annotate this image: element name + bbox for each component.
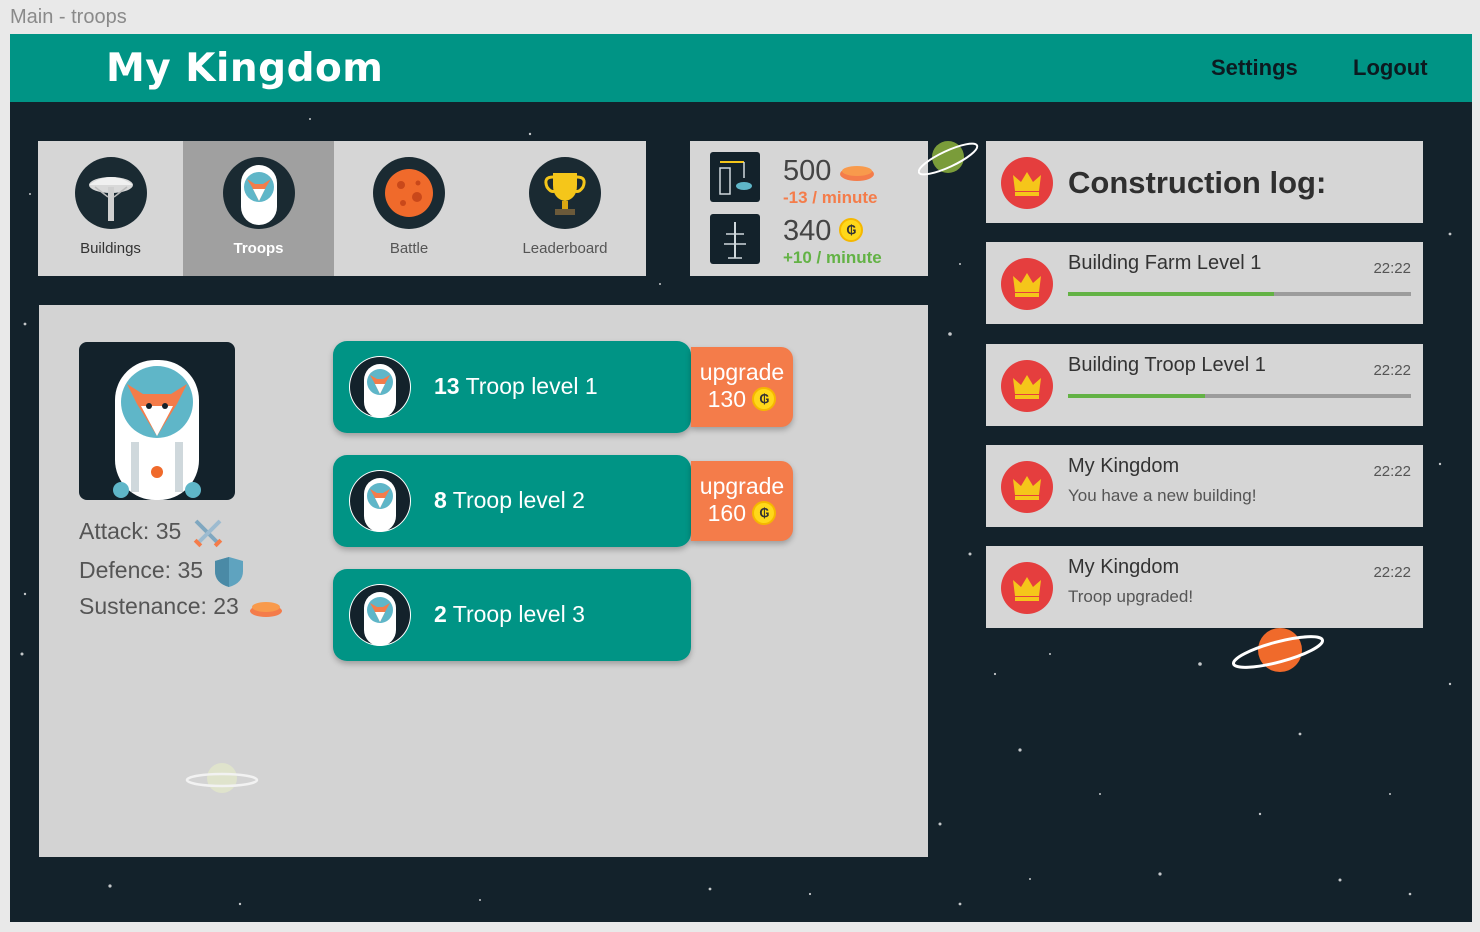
progress-fill [1068, 394, 1206, 398]
progress-bar [1068, 394, 1411, 398]
progress-fill [1068, 292, 1274, 296]
log-entry: My Kingdom 22:22 Troop upgraded! [986, 546, 1423, 628]
settings-link[interactable]: Settings [1211, 55, 1298, 81]
log-entry-time: 22:22 [1373, 362, 1411, 379]
bread-icon [840, 166, 875, 182]
log-entry-time: 22:22 [1373, 564, 1411, 581]
mine-icon [710, 214, 760, 264]
shield-icon [215, 557, 244, 587]
food-rate: -13 / minute [783, 188, 878, 207]
crown-icon [1001, 157, 1053, 209]
attack-stat: Attack: 35 [79, 517, 224, 549]
troop-label: 8 Troop level 2 [434, 487, 585, 513]
coin-icon: ₲ [839, 218, 864, 243]
coin-icon: ₲ [752, 386, 777, 411]
crown-icon [1001, 360, 1053, 412]
orange-planet-icon [1231, 628, 1325, 672]
troop-label: 2 Troop level 3 [434, 601, 585, 627]
tab-leaderboard[interactable]: Leaderboard [484, 141, 646, 276]
farm-icon [710, 152, 760, 202]
swords-icon [193, 519, 222, 548]
main-tabs: Buildings Troops Battle Leaderboard [38, 141, 646, 276]
app-title: My Kingdom [106, 46, 384, 91]
log-entry-title: My Kingdom [1068, 455, 1180, 477]
log-entry-title: My Kingdom [1068, 556, 1180, 578]
upgrade-cost: 160 ₲ [691, 499, 793, 527]
tab-label: Buildings [80, 240, 141, 257]
fox-astronaut-icon [113, 360, 201, 500]
troop-level-3-card[interactable]: 2 Troop level 3 [333, 569, 691, 661]
log-entry-subtitle: You have a new building! [1068, 486, 1257, 505]
progress-bar [1068, 292, 1411, 296]
tab-troops[interactable]: Troops [183, 141, 334, 276]
gold-rate: +10 / minute [783, 248, 882, 267]
log-entry: My Kingdom 22:22 You have a new building… [986, 445, 1423, 527]
log-entry-time: 22:22 [1373, 260, 1411, 277]
troop-label: 13 Troop level 1 [434, 373, 598, 399]
troop-level-1-card[interactable]: 13 Troop level 1 [333, 341, 691, 433]
log-entry-title: Building Troop Level 1 [1068, 354, 1266, 376]
trophy-icon [529, 157, 601, 229]
log-entry: Building Troop Level 1 22:22 [986, 344, 1423, 426]
fox-astronaut-icon [349, 584, 411, 646]
tab-label: Troops [233, 240, 284, 257]
green-planet-icon [918, 141, 979, 176]
upgrade-label: upgrade [699, 359, 785, 385]
log-entry-time: 22:22 [1373, 463, 1411, 480]
crown-icon [1001, 258, 1053, 310]
coin-icon: ₲ [752, 500, 777, 525]
upgrade-label: upgrade [699, 473, 785, 499]
frame-label: Main - troops [10, 6, 127, 28]
tab-buildings[interactable]: Buildings [38, 141, 183, 276]
construction-log-header: Construction log: [986, 141, 1423, 223]
crown-icon [1001, 562, 1053, 614]
building-tower-icon [74, 157, 147, 229]
upgrade-cost: 130 ₲ [691, 385, 793, 413]
faded-planet-icon [185, 763, 259, 793]
construction-log-title: Construction log: [1068, 165, 1327, 200]
upgrade-troop-1-button[interactable]: upgrade 130 ₲ [691, 347, 793, 427]
food-value: 500 [783, 155, 875, 188]
fox-astronaut-icon [349, 356, 411, 418]
crown-icon [1001, 461, 1053, 513]
sustenance-stat: Sustenance: 23 [79, 593, 283, 620]
log-entry: Building Farm Level 1 22:22 [986, 242, 1423, 324]
resource-panel: 500 -13 / minute 340 ₲ +10 / minute [690, 141, 928, 276]
fox-astronaut-icon [222, 157, 295, 229]
troop-portrait [79, 342, 235, 500]
planet-battle-icon [373, 157, 445, 229]
log-entry-subtitle: Troop upgraded! [1068, 587, 1194, 606]
tab-battle[interactable]: Battle [334, 141, 484, 276]
app-header: My Kingdom Settings Logout [10, 34, 1472, 102]
log-entry-title: Building Farm Level 1 [1068, 252, 1262, 274]
fox-astronaut-icon [349, 470, 411, 532]
tab-label: Battle [389, 240, 429, 257]
gold-value: 340 ₲ [783, 215, 864, 248]
troop-level-2-card[interactable]: 8 Troop level 2 [333, 455, 691, 547]
app-window: My Kingdom Settings Logout Buildings Tro… [10, 34, 1472, 922]
logout-link[interactable]: Logout [1353, 55, 1428, 81]
bread-icon [250, 601, 283, 617]
tab-label: Leaderboard [522, 240, 608, 257]
troops-panel: Attack: 35 Defence: 35 Sustenance: 23 13… [39, 305, 928, 857]
upgrade-troop-2-button[interactable]: upgrade 160 ₲ [691, 461, 793, 541]
defence-stat: Defence: 35 [79, 555, 245, 589]
